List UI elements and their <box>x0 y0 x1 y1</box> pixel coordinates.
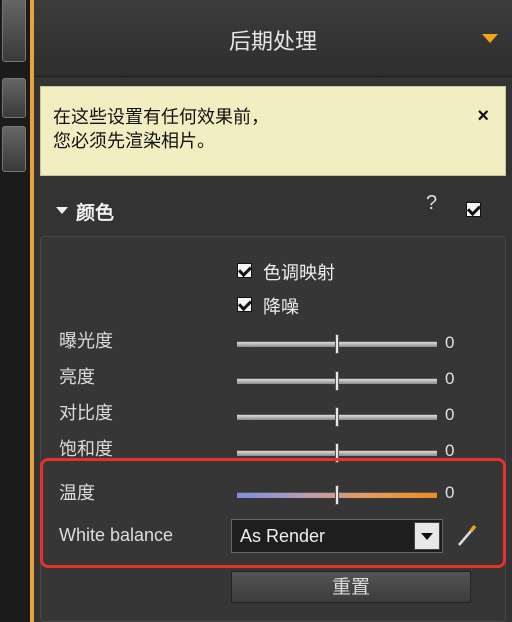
panel-header[interactable]: 后期处理 <box>34 0 512 77</box>
notice-line-1: 在这些设置有任何效果前， <box>53 107 269 127</box>
contrast-slider[interactable] <box>237 407 437 427</box>
help-icon[interactable]: ? <box>426 192 437 215</box>
exposure-value: 0 <box>445 333 455 352</box>
contrast-value: 0 <box>445 405 455 424</box>
exposure-slider[interactable] <box>237 334 437 354</box>
dock-tab[interactable] <box>2 0 26 62</box>
render-notice: 在这些设置有任何效果前， 您必须先渲染相片。 × <box>40 86 506 176</box>
color-section-header[interactable]: 颜色 ? <box>34 190 512 230</box>
notice-line-2: 您必须先渲染相片。 <box>53 131 215 151</box>
close-icon[interactable]: × <box>477 105 489 128</box>
exposure-label: 曝光度 <box>59 331 113 351</box>
highlight-annotation <box>40 458 506 568</box>
slider-thumb[interactable] <box>335 407 339 427</box>
slider-thumb[interactable] <box>335 371 339 391</box>
brightness-value: 0 <box>445 369 455 388</box>
notice-text: 在这些设置有任何效果前， 您必须先渲染相片。 <box>53 105 269 153</box>
section-enable-checkbox[interactable] <box>466 202 481 217</box>
denoise-checkbox[interactable] <box>237 297 252 312</box>
panel-title: 后期处理 <box>228 29 317 54</box>
left-dock-strip <box>0 0 30 622</box>
collapse-triangle-icon[interactable] <box>56 207 68 214</box>
dock-tab[interactable] <box>2 126 26 172</box>
tone-mapping-checkbox[interactable] <box>237 263 252 278</box>
saturation-slider[interactable] <box>237 443 437 463</box>
slider-thumb[interactable] <box>335 334 339 354</box>
brightness-label: 亮度 <box>59 367 95 387</box>
dock-tab[interactable] <box>2 78 26 118</box>
denoise-label: 降噪 <box>263 297 299 317</box>
tone-mapping-label: 色调映射 <box>263 263 335 283</box>
chevron-down-icon[interactable] <box>482 34 498 43</box>
contrast-label: 对比度 <box>59 403 113 423</box>
brightness-slider[interactable] <box>237 371 437 391</box>
section-title: 颜色 <box>76 203 115 224</box>
reset-button[interactable]: 重置 <box>231 571 471 603</box>
